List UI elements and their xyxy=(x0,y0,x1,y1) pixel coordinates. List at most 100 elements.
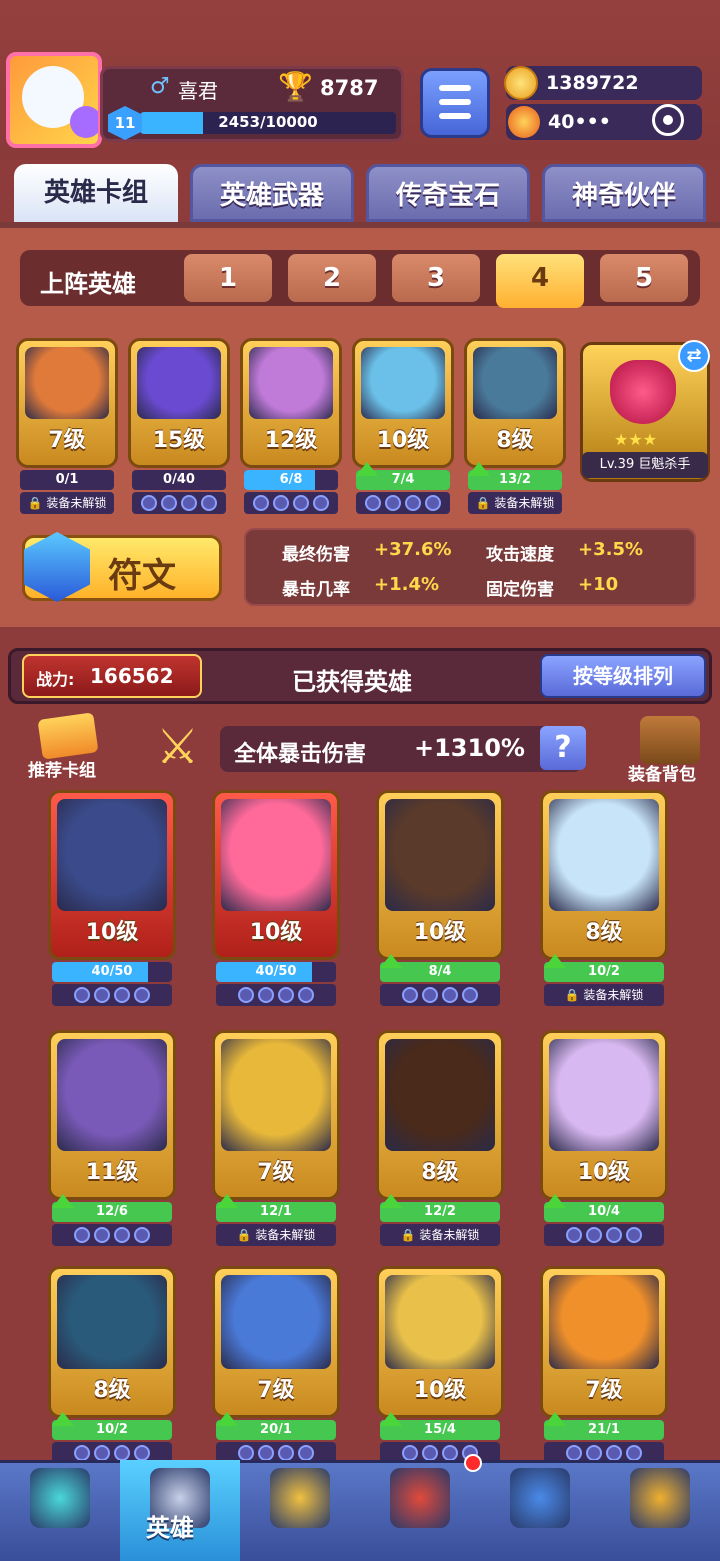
equipment-slot-icon xyxy=(238,1445,254,1461)
equipment-slot-icon xyxy=(566,1445,582,1461)
equipment-slot-icon xyxy=(94,1445,110,1461)
swap-icon[interactable]: ⇄ xyxy=(678,340,710,372)
hero-card[interactable]: 11级 xyxy=(48,1030,176,1200)
tab-hero-weapons[interactable]: 英雄武器 xyxy=(190,164,354,222)
equipment-slot-icon xyxy=(402,987,418,1003)
hero-card[interactable]: 8级 xyxy=(464,338,566,468)
nav-item[interactable] xyxy=(0,1460,120,1561)
lineup-slot-4[interactable]: 4 xyxy=(496,254,584,308)
equipment-slot-icon xyxy=(273,495,289,511)
upgrade-arrow-icon xyxy=(356,462,378,476)
trophy-count: 8787 xyxy=(320,76,379,100)
upgrade-arrow-icon xyxy=(380,1194,402,1208)
equipment-slot-icon xyxy=(442,987,458,1003)
hero-card[interactable]: 10级 xyxy=(48,790,176,960)
hero-level: 7级 xyxy=(585,1378,623,1403)
hero-progress-text: 12/2 xyxy=(424,1204,456,1219)
hero-level: 15级 xyxy=(152,428,206,453)
hero-card[interactable]: 8级 xyxy=(48,1266,176,1418)
hero-card[interactable]: 10级 xyxy=(352,338,454,468)
hero-card[interactable]: 8级 xyxy=(376,1030,504,1200)
equipment-slot-icon xyxy=(134,1227,150,1243)
equipment-slot-icon xyxy=(293,495,309,511)
hero-progress-text: 15/4 xyxy=(424,1422,456,1437)
hero-card[interactable]: 8级 xyxy=(540,790,668,960)
hero-card[interactable]: 10级 xyxy=(376,1266,504,1418)
stat-label: 固定伤害 xyxy=(486,580,554,600)
hero-card[interactable]: 15级 xyxy=(128,338,230,468)
nav-item[interactable] xyxy=(360,1460,480,1561)
hero-progress-text: 21/1 xyxy=(588,1422,620,1437)
equipment-slots xyxy=(380,984,500,1003)
tab-legend-gems[interactable]: 传奇宝石 xyxy=(366,164,530,222)
help-button[interactable]: ? xyxy=(540,726,586,770)
hero-equipment-row xyxy=(132,492,226,514)
equipment-slot-icon xyxy=(442,1445,458,1461)
lineup-slot-2[interactable]: 2 xyxy=(288,254,376,302)
sort-button[interactable]: 按等级排列 xyxy=(540,654,706,698)
hero-card[interactable]: 10级 xyxy=(540,1030,668,1200)
hero-level: 8级 xyxy=(496,428,534,453)
hero-equipment-row: 🔒 装备未解锁 xyxy=(20,492,114,514)
crit-damage-label: 全体暴击伤害 xyxy=(234,742,367,767)
hero-portrait xyxy=(221,1039,331,1151)
hero-equipment-row: 🔒 装备未解锁 xyxy=(380,1224,500,1246)
hero-card[interactable]: 10级 xyxy=(212,790,340,960)
hero-card[interactable]: 7级 xyxy=(212,1266,340,1418)
stat-value: +10 xyxy=(578,574,619,595)
equipment-slots xyxy=(380,1442,500,1461)
hero-card[interactable]: 10级 xyxy=(376,790,504,960)
equipment-slot-icon xyxy=(141,495,157,511)
hero-progress-text: 12/1 xyxy=(260,1204,292,1219)
hero-level: 7级 xyxy=(257,1160,295,1185)
hero-portrait xyxy=(361,347,445,419)
equipment-slot-icon xyxy=(238,987,254,1003)
equipment-slot-icon xyxy=(94,1227,110,1243)
lineup-label: 上阵英雄 xyxy=(40,270,136,298)
lineup-slot-1[interactable]: 1 xyxy=(184,254,272,302)
nav-item[interactable] xyxy=(600,1460,720,1561)
nav-item[interactable] xyxy=(480,1460,600,1561)
equipment-slots xyxy=(52,1224,172,1243)
lock-icon: 🔒 xyxy=(564,988,584,1002)
hero-progress-text: 6/8 xyxy=(279,472,303,487)
tab-partners[interactable]: 神奇伙伴 xyxy=(542,164,706,222)
crown-shield-icon xyxy=(390,1468,450,1528)
menu-button[interactable] xyxy=(420,68,490,138)
hero-equipment-row xyxy=(52,984,172,1006)
rune-label: 符文 xyxy=(108,556,176,596)
equipment-slot-icon xyxy=(258,987,274,1003)
hero-card[interactable]: 12级 xyxy=(240,338,342,468)
coin-icon xyxy=(504,66,538,100)
recommended-deck-label[interactable]: 推荐卡组 xyxy=(28,756,96,781)
hero-equipment-row xyxy=(380,984,500,1006)
upgrade-arrow-icon xyxy=(544,954,566,968)
equipment-bag-icon[interactable] xyxy=(640,716,700,764)
hero-level: 10级 xyxy=(85,920,139,945)
hero-card[interactable]: 7级 xyxy=(212,1030,340,1200)
stat-value: +37.6% xyxy=(374,539,452,560)
hero-progress-text: 10/2 xyxy=(588,964,620,979)
hero-progress-text: 10/4 xyxy=(588,1204,620,1219)
nav-item[interactable] xyxy=(240,1460,360,1561)
equipment-slot-icon xyxy=(425,495,441,511)
equipment-slot-icon xyxy=(74,1445,90,1461)
player-avatar[interactable] xyxy=(6,52,102,148)
target-icon[interactable] xyxy=(652,104,684,136)
hero-level: 10级 xyxy=(249,920,303,945)
lineup-slot-5[interactable]: 5 xyxy=(600,254,688,302)
tab-hero-deck[interactable]: 英雄卡组 xyxy=(14,164,178,222)
hero-level: 11级 xyxy=(85,1160,139,1185)
hero-portrait xyxy=(549,1275,659,1369)
equipment-bag-label[interactable]: 装备背包 xyxy=(628,760,696,785)
hero-progress-text: 0/40 xyxy=(163,472,195,487)
hero-card[interactable]: 7级 xyxy=(540,1266,668,1418)
lineup-slot-3[interactable]: 3 xyxy=(392,254,480,302)
crossed-swords-icon xyxy=(270,1468,330,1528)
energy-count: 40••• xyxy=(548,111,611,133)
hero-card[interactable]: 7级 xyxy=(16,338,118,468)
recommended-deck-icon[interactable] xyxy=(37,712,99,760)
hero-progress-text: 12/6 xyxy=(96,1204,128,1219)
gem-stars: ★★★ xyxy=(614,430,658,449)
hero-equipment-row xyxy=(216,984,336,1006)
